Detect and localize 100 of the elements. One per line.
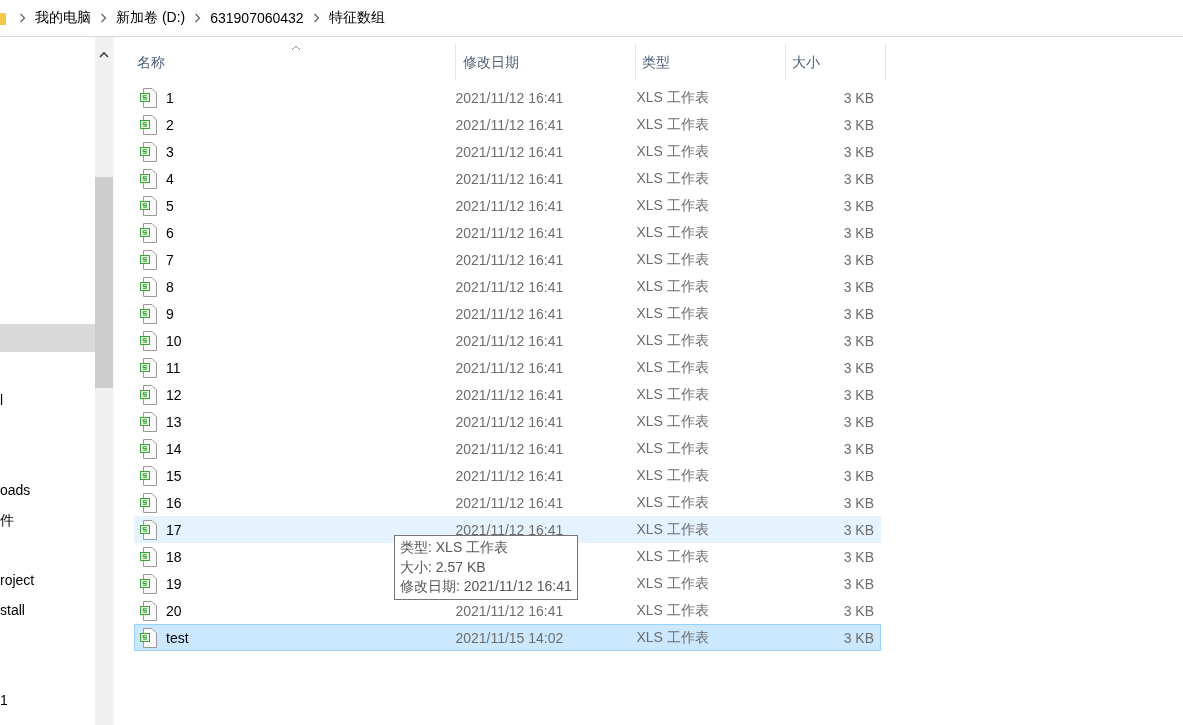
table-cell-text: XLS 工作表 <box>635 196 710 215</box>
table-cell-text: 3 KB <box>842 440 875 457</box>
table-cell-text: 2021/11/12 16:41 <box>454 494 565 511</box>
table-cell-text: 2021/11/12 16:41 <box>454 89 565 106</box>
spreadsheet-file-icon <box>140 411 157 432</box>
table-cell-text: 3 KB <box>842 467 875 484</box>
spreadsheet-file-icon <box>140 330 157 351</box>
scrollbar-thumb[interactable] <box>95 177 113 388</box>
table-cell-text: XLS 工作表 <box>635 520 710 539</box>
table-cell-text: XLS 工作表 <box>635 331 710 350</box>
table-cell-text: 2021/11/12 16:41 <box>454 305 565 322</box>
file-name: 14 <box>166 440 182 457</box>
file-name: 19 <box>166 575 182 592</box>
table-cell-text: XLS 工作表 <box>635 169 710 188</box>
spreadsheet-file-icon <box>140 573 157 594</box>
table-cell-text: 3 KB <box>842 197 875 214</box>
table-cell-text: 2021/11/12 16:41 <box>454 467 565 484</box>
file-name: 3 <box>166 143 174 160</box>
file-name: 10 <box>166 332 182 349</box>
spreadsheet-file-icon <box>140 114 157 135</box>
table-cell-text: 3 KB <box>842 548 875 565</box>
table-cell-text: 3 KB <box>842 602 875 619</box>
table-cell-text: XLS 工作表 <box>635 277 710 296</box>
breadcrumb-item[interactable]: 我的电脑 <box>35 9 91 27</box>
file-name: 4 <box>166 170 174 187</box>
chevron-icon <box>100 13 107 23</box>
sidebar-item[interactable]: roject <box>0 565 95 595</box>
tooltip-text: 大小: 2.57 KB <box>400 557 487 577</box>
file-name: 15 <box>166 467 182 484</box>
column-header[interactable]: 名称 <box>134 44 456 80</box>
sidebar-item[interactable]: 1 <box>0 685 95 715</box>
table-cell-text: 2021/11/12 16:41 <box>454 251 565 268</box>
file-name: 17 <box>166 521 182 538</box>
file-name: 20 <box>166 602 182 619</box>
table-cell-text: 3 KB <box>842 116 875 133</box>
file-name: 5 <box>166 197 174 214</box>
column-header[interactable]: 大小 <box>786 44 886 80</box>
table-cell-text: 2021/11/12 16:41 <box>454 602 565 619</box>
file-row[interactable]: test 2021/11/15 14:02 XLS 工作表 3 KB <box>134 624 881 651</box>
table-cell-text: XLS 工作表 <box>635 574 710 593</box>
table-cell-text: XLS 工作表 <box>635 439 710 458</box>
spreadsheet-file-icon <box>140 276 157 297</box>
tooltip-text: 修改日期: 2021/11/12 16:41 <box>400 577 572 596</box>
table-cell-text: XLS 工作表 <box>635 493 710 512</box>
breadcrumb-item[interactable]: 631907060432 <box>210 10 304 26</box>
spreadsheet-file-icon <box>140 357 157 378</box>
file-name: 12 <box>166 386 182 403</box>
table-cell-text: 3 KB <box>842 386 875 403</box>
table-cell-text: 3 KB <box>842 251 875 268</box>
table-cell-text: XLS 工作表 <box>635 304 710 323</box>
file-name: 6 <box>166 224 174 241</box>
file-name: 7 <box>166 251 174 268</box>
table-cell-text: 2021/11/12 16:41 <box>454 170 565 187</box>
spreadsheet-file-icon <box>140 546 157 567</box>
sidebar-item[interactable] <box>0 324 95 352</box>
file-name: test <box>166 629 189 646</box>
sidebar-item[interactable]: oads <box>0 475 95 505</box>
table-cell-text: 3 KB <box>842 170 875 187</box>
file-name: 13 <box>166 413 182 430</box>
table-cell-text: XLS 工作表 <box>635 115 710 134</box>
sidebar-item[interactable]: 件 <box>0 505 95 535</box>
table-cell-text: 3 KB <box>842 413 875 430</box>
file-name: 2 <box>166 116 174 133</box>
table-cell-text: 2021/11/15 14:02 <box>454 629 565 646</box>
column-header[interactable]: 修改日期 <box>456 44 636 80</box>
table-cell-text: 3 KB <box>842 494 875 511</box>
table-cell-text: 2021/11/12 16:41 <box>454 197 565 214</box>
table-cell-text: 3 KB <box>842 143 875 160</box>
file-name: 8 <box>166 278 174 295</box>
table-cell-text: XLS 工作表 <box>635 385 710 404</box>
spreadsheet-file-icon <box>140 195 157 216</box>
table-cell-text: 2021/11/12 16:41 <box>454 440 565 457</box>
file-name: 18 <box>166 548 182 565</box>
table-cell-text: 2021/11/12 16:41 <box>454 359 565 376</box>
spreadsheet-file-icon <box>140 519 157 540</box>
spreadsheet-file-icon <box>140 600 157 621</box>
table-cell-text: 3 KB <box>842 278 875 295</box>
column-header[interactable]: 类型 <box>636 44 786 80</box>
scroll-up-icon[interactable] <box>99 51 109 58</box>
spreadsheet-file-icon <box>140 438 157 459</box>
table-cell-text: 3 KB <box>842 629 875 646</box>
breadcrumb-item[interactable]: 新加卷 (D:) <box>116 9 186 27</box>
table-cell-text: XLS 工作表 <box>635 358 710 377</box>
table-cell-text: 2021/11/12 16:41 <box>454 143 565 160</box>
table-cell-text: 2021/11/12 16:41 <box>454 413 565 430</box>
table-cell-text: XLS 工作表 <box>635 628 710 647</box>
chevron-icon <box>194 13 202 23</box>
table-cell-text: XLS 工作表 <box>635 142 710 161</box>
sidebar-item[interactable]: l <box>0 385 95 415</box>
table-cell-text: XLS 工作表 <box>635 88 710 107</box>
table-cell-text: 3 KB <box>842 224 875 241</box>
scrollbar[interactable] <box>95 37 114 725</box>
file-name: 16 <box>166 494 182 511</box>
spreadsheet-file-icon <box>140 249 157 270</box>
sidebar-item[interactable]: stall <box>0 595 95 625</box>
breadcrumb-item[interactable]: 特征数组 <box>328 9 385 27</box>
table-cell-text: XLS 工作表 <box>635 466 710 485</box>
spreadsheet-file-icon <box>140 222 157 243</box>
file-name: 1 <box>166 89 174 106</box>
table-cell-text: XLS 工作表 <box>635 250 710 269</box>
